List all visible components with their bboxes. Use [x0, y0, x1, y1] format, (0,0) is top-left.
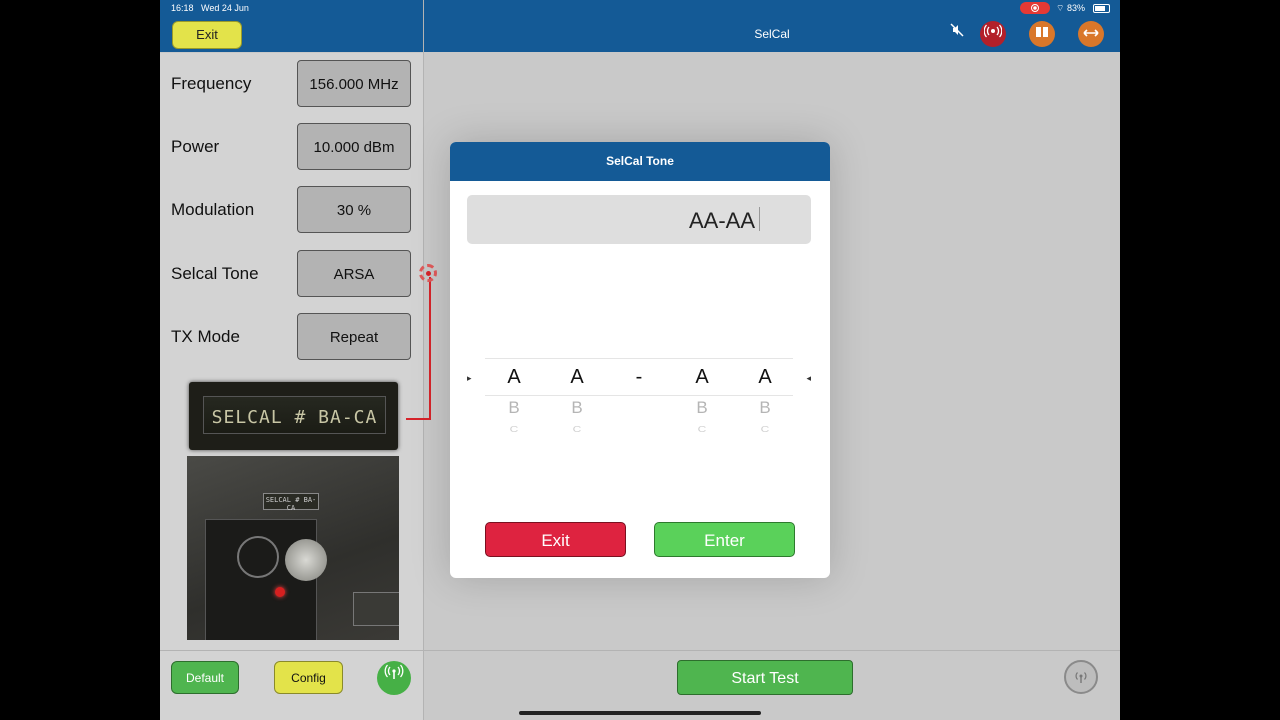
text-caret — [759, 207, 760, 231]
picker-option: C — [509, 424, 519, 434]
config-button[interactable]: Config — [274, 661, 343, 694]
picker-selected: A — [570, 366, 584, 388]
pointer-line-horizontal — [406, 418, 431, 420]
panel-dial — [237, 536, 279, 578]
picker-selection-top — [485, 358, 793, 359]
dialog-enter-button[interactable]: Enter — [654, 522, 795, 557]
page-title: SelCal — [754, 27, 790, 41]
target-pointer-icon — [419, 264, 437, 282]
selcal-tone-field[interactable]: ARSA — [297, 250, 411, 297]
battery-level: 83% — [1066, 3, 1085, 13]
radio-broadcast-icon[interactable] — [980, 21, 1006, 47]
picker-option: B — [759, 398, 771, 417]
panel-switch — [353, 592, 399, 626]
tx-mode-label: TX Mode — [171, 327, 240, 346]
picker-right-arrow-icon: ◂ — [806, 373, 811, 383]
mute-icon[interactable] — [944, 21, 970, 47]
panel-led — [275, 587, 285, 597]
picker-selected: A — [695, 366, 709, 388]
power-label: Power — [171, 137, 220, 156]
antenna-icon — [384, 664, 404, 679]
picker-option: C — [572, 424, 582, 434]
modulation-field[interactable]: 30 % — [297, 186, 411, 233]
broadcast-button[interactable] — [1064, 660, 1098, 694]
battery-percent: ⌔ 83% — [1056, 3, 1085, 13]
picker-option: B — [508, 398, 520, 417]
selcal-tone-label: Selcal Tone — [171, 264, 259, 283]
start-test-button[interactable]: Start Test — [677, 660, 853, 695]
panel-tag-text: SELCAL # BA-CA — [265, 496, 317, 512]
battery-icon — [1093, 4, 1110, 13]
picker-selected: A — [758, 366, 772, 388]
antenna-button[interactable] — [377, 661, 411, 695]
picker-dash: - — [635, 366, 643, 388]
screen-record-icon — [1020, 2, 1050, 14]
picker-column-3[interactable]: A B C — [682, 366, 722, 436]
picker-left-arrow-icon: ▸ — [467, 373, 472, 383]
picker-option: C — [697, 424, 707, 434]
selcal-plate-text: SELCAL # BA-CA — [211, 407, 378, 428]
tone-picker[interactable]: ▸ ◂ A B C A B C - A B C A B C — [467, 358, 811, 454]
selcal-plate: SELCAL # BA-CA — [203, 396, 386, 434]
home-indicator — [519, 711, 761, 715]
selcal-plate-photo: SELCAL # BA-CA — [189, 382, 398, 450]
book-icon[interactable] — [1029, 21, 1055, 47]
resize-arrows-icon[interactable] — [1078, 21, 1104, 47]
picker-option: B — [571, 398, 583, 417]
pointer-line — [429, 277, 431, 420]
picker-column-1[interactable]: A B C — [494, 366, 534, 436]
picker-option: C — [760, 424, 770, 434]
default-button[interactable]: Default — [171, 661, 239, 694]
selcal-tone-dialog: SelCal Tone AA-AA ▸ ◂ A B C A B C - A B … — [450, 142, 830, 578]
dialog-title: SelCal Tone — [450, 142, 830, 181]
modulation-label: Modulation — [171, 200, 255, 219]
ipad-screen: SelCal 16:18 Wed 24 Jun ⌔ 83% Exit Frequ… — [160, 0, 1120, 720]
broadcast-icon — [1075, 672, 1087, 683]
status-time: 16:18 — [171, 3, 194, 13]
frequency-field[interactable]: 156.000 MHz — [297, 60, 411, 107]
power-field[interactable]: 10.000 dBm — [297, 123, 411, 170]
selcal-code-display[interactable]: AA-AA — [467, 195, 811, 244]
cockpit-panel-photo: SELCAL # BA-CA — [187, 456, 399, 640]
exit-button[interactable]: Exit — [172, 21, 242, 49]
panel-knob — [285, 539, 327, 581]
picker-selected: A — [507, 366, 521, 388]
picker-option: B — [696, 398, 708, 417]
frequency-label: Frequency — [171, 74, 252, 93]
status-bar: 16:18 Wed 24 Jun ⌔ 83% — [160, 0, 1120, 16]
status-date: Wed 24 Jun — [201, 3, 249, 13]
panel-divider — [423, 0, 424, 720]
dialog-exit-button[interactable]: Exit — [485, 522, 626, 557]
panel-tag: SELCAL # BA-CA — [263, 493, 319, 512]
picker-column-2[interactable]: A B C — [557, 366, 597, 436]
selcal-code-value: AA-AA — [688, 208, 755, 233]
picker-column-4[interactable]: A B C — [745, 366, 785, 436]
tx-mode-field[interactable]: Repeat — [297, 313, 411, 360]
picker-separator: - — [619, 366, 659, 390]
